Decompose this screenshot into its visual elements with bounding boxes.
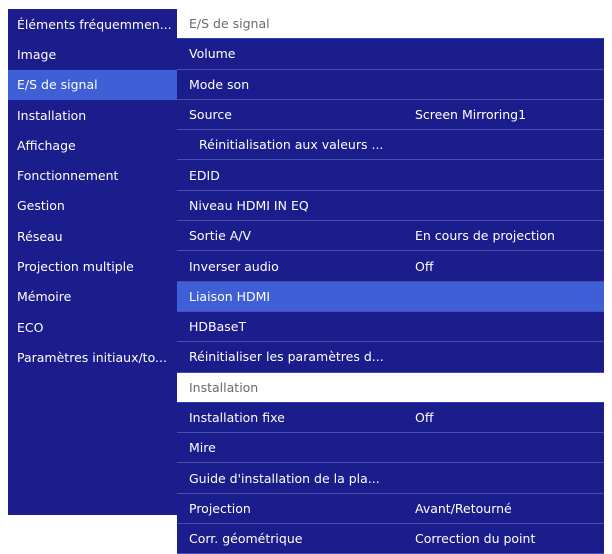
sidebar-item-memory[interactable]: Mémoire: [8, 282, 177, 312]
settings-panel: E/S de signal Volume Mode son Source Scr…: [177, 9, 604, 554]
row-label: Projection: [189, 500, 251, 516]
menu-row-reset-values[interactable]: Réinitialisation aux valeurs ...: [177, 130, 604, 161]
menu-row-fixed-installation[interactable]: Installation fixe Off: [177, 402, 604, 434]
sidebar-item-network[interactable]: Réseau: [8, 221, 177, 251]
menu-row-hdmi-eq[interactable]: Niveau HDMI IN EQ: [177, 190, 604, 222]
sidebar-menu: Éléments fréquemmen... Image E/S de sign…: [8, 9, 177, 515]
sidebar-item-eco[interactable]: ECO: [8, 312, 177, 342]
menu-row-hdmi-link[interactable]: Liaison HDMI: [177, 281, 604, 312]
sidebar-item-display[interactable]: Affichage: [8, 130, 177, 160]
section-header-installation: Installation: [177, 373, 604, 403]
menu-row-sound-mode[interactable]: Mode son: [177, 69, 604, 100]
sidebar-item-signal-io[interactable]: E/S de signal: [8, 69, 177, 100]
row-label: Corr. géométrique: [189, 531, 303, 547]
menu-row-hdbaset[interactable]: HDBaseT: [177, 311, 604, 343]
row-value: Avant/Retourné: [415, 500, 512, 516]
row-label: Réinitialisation aux valeurs ...: [199, 137, 384, 153]
sidebar-item-frequent[interactable]: Éléments fréquemmen...: [8, 9, 177, 39]
row-label: Mire: [189, 440, 216, 456]
row-label: Installation fixe: [189, 410, 285, 425]
row-label: EDID: [189, 167, 220, 183]
row-label: Sortie A/V: [189, 228, 252, 244]
row-value: Off: [415, 258, 434, 274]
row-value: Screen Mirroring1: [415, 107, 527, 123]
row-value: Correction du point: [415, 531, 536, 547]
row-label: Niveau HDMI IN EQ: [189, 197, 309, 213]
menu-row-projection[interactable]: Projection Avant/Retourné: [177, 493, 604, 525]
row-label: Volume: [189, 46, 236, 62]
menu-row-source[interactable]: Source Screen Mirroring1: [177, 99, 604, 131]
menu-row-volume[interactable]: Volume: [177, 39, 604, 70]
menu-row-test-pattern[interactable]: Mire: [177, 433, 604, 464]
row-label: HDBaseT: [189, 319, 247, 335]
sidebar-item-multi-projection[interactable]: Projection multiple: [8, 251, 177, 281]
row-label: Mode son: [189, 76, 250, 92]
row-value: En cours de projection: [415, 228, 555, 244]
menu-row-reset-settings[interactable]: Réinitialiser les paramètres d...: [177, 342, 604, 373]
sidebar-item-initial-settings[interactable]: Paramètres initiaux/to...: [8, 342, 177, 372]
menu-row-edid[interactable]: EDID: [177, 160, 604, 191]
section-header-signal-io: E/S de signal: [177, 9, 604, 40]
sidebar-item-operation[interactable]: Fonctionnement: [8, 160, 177, 190]
row-label: Inverser audio: [189, 258, 279, 274]
menu-row-av-output[interactable]: Sortie A/V En cours de projection: [177, 221, 604, 252]
sidebar-item-management[interactable]: Gestion: [8, 191, 177, 221]
sidebar-item-image[interactable]: Image: [8, 39, 177, 69]
row-label: Source: [189, 107, 232, 123]
row-label: Liaison HDMI: [189, 288, 271, 304]
menu-row-geometry-correction[interactable]: Corr. géométrique Correction du point: [177, 524, 604, 554]
projector-menu: Éléments fréquemmen... Image E/S de sign…: [8, 9, 604, 554]
menu-row-installation-guide[interactable]: Guide d'installation de la pla...: [177, 463, 604, 494]
sidebar-item-installation[interactable]: Installation: [8, 100, 177, 130]
row-value: Off: [415, 410, 434, 425]
row-label: Réinitialiser les paramètres d...: [189, 349, 384, 365]
row-label: Guide d'installation de la pla...: [189, 470, 380, 486]
menu-row-reverse-audio[interactable]: Inverser audio Off: [177, 251, 604, 282]
